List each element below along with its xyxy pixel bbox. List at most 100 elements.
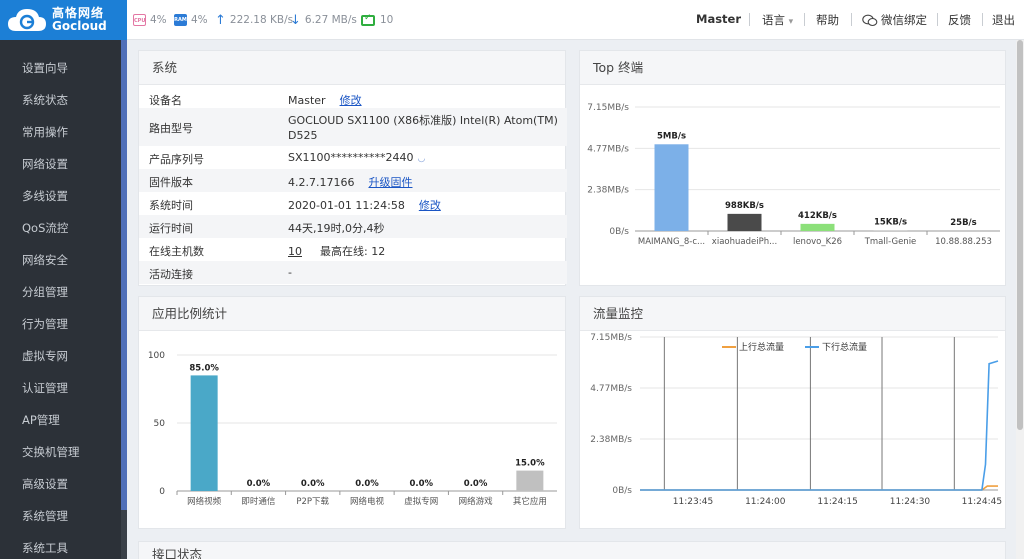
x-tick-label: 虚拟专网 (404, 496, 438, 507)
bar (800, 223, 835, 231)
row-label: 设备名 (149, 94, 182, 107)
edit-time-link[interactable]: 修改 (419, 199, 441, 212)
sidebar-scroll-thumb[interactable] (121, 40, 127, 510)
row-value: GOCLOUD SX1100 (X86标准版) Intel(R) Atom(TM… (288, 113, 558, 143)
nav-item-system-mgmt[interactable]: 系统管理 (0, 500, 127, 532)
data-label: 85.0% (189, 363, 219, 373)
x-tick-label: 11:24:30 (890, 497, 931, 507)
system-panel: 系统 设备名 Master 修改 路由型号 GOCLOUD SX1100 (X86… (138, 50, 567, 286)
y-tick-label: 0 (159, 487, 165, 497)
divider (851, 13, 852, 26)
y-tick-label: 2.38MB/s (590, 435, 632, 445)
online-hosts[interactable]: 10 (361, 13, 393, 27)
x-tick-label: Tmall-Genie (864, 237, 917, 247)
sidebar: 高恪网络 Gocloud 设置向导 系统状态 常用操作 网络设置 多线设置 Qo… (0, 0, 127, 559)
app-ratio-panel: 应用比例统计 100 50 0 85.0% 网络视频 0.0% 即时通信 0.0% P2P下载 0… (138, 296, 566, 529)
y-tick-label: 0B/s (609, 227, 629, 237)
x-tick-label: 其它应用 (513, 496, 547, 507)
nav-item-ap[interactable]: AP管理 (0, 404, 127, 436)
help-link[interactable]: 帮助 (816, 12, 839, 28)
row-value: SX1100**********2440 ◡ (288, 151, 425, 164)
logout-link[interactable]: 退出 (992, 12, 1015, 28)
upgrade-firmware-link[interactable]: 升级固件 (368, 176, 412, 189)
table-row: 系统时间 2020-01-01 11:24:58 修改 (139, 192, 567, 215)
nav-item-network-settings[interactable]: 网络设置 (0, 148, 127, 180)
upload-value: 222.18 KB/s (229, 14, 294, 26)
row-value: 2020-01-01 11:24:58 修改 (288, 197, 441, 213)
eye-icon[interactable]: ◡ (418, 154, 426, 164)
x-tick-label: 11:24:45 (962, 497, 1002, 507)
series-line (640, 360, 999, 491)
download-arrow-icon: ↓ (290, 12, 301, 28)
row-label: 路由型号 (149, 122, 193, 135)
y-tick-label: 2.38MB/s (587, 186, 629, 196)
y-tick-label: 0B/s (612, 486, 632, 496)
ram-icon: RAM (174, 14, 187, 26)
row-value: 10 最高在线: 12 (288, 243, 385, 259)
nav-item-security[interactable]: 网络安全 (0, 244, 127, 276)
data-label: 0.0% (464, 479, 488, 489)
table-row: 运行时间 44天,19时,0分,4秒 (139, 215, 567, 238)
nav-item-setup-wizard[interactable]: 设置向导 (0, 52, 127, 84)
top-terminal-panel: Top 终端 7.15MB/s 4.77MB/s 2.38MB/s 0B/s 5MB/s… (579, 50, 1006, 286)
bar (727, 213, 762, 231)
table-row: 在线主机数 10 最高在线: 12 (139, 238, 567, 261)
ram-value: 4% (191, 14, 208, 26)
divider (937, 13, 938, 26)
sidebar-scrollbar[interactable] (121, 40, 127, 559)
nav-item-auth[interactable]: 认证管理 (0, 372, 127, 404)
active-conn-value: - (288, 266, 292, 279)
cloud-logo-icon (8, 9, 46, 31)
nav-item-behavior[interactable]: 行为管理 (0, 308, 127, 340)
main-scroll-thumb[interactable] (1017, 40, 1023, 430)
nav-menu: 设置向导 系统状态 常用操作 网络设置 多线设置 QoS流控 网络安全 分组管理… (0, 52, 127, 559)
brand-name-en: Gocloud (52, 19, 107, 33)
row-label: 产品序列号 (149, 153, 204, 166)
chevron-down-icon: ▾ (788, 17, 794, 27)
wechat-icon (862, 14, 878, 26)
nav-item-system-status[interactable]: 系统状态 (0, 84, 127, 116)
online-hosts-link[interactable]: 10 (288, 245, 302, 258)
table-row: 产品序列号 SX1100**********2440 ◡ (139, 146, 567, 169)
cpu-usage: CPU 4% (133, 13, 167, 27)
bar (654, 144, 689, 231)
edit-device-name-link[interactable]: 修改 (340, 94, 362, 107)
divider (749, 13, 750, 26)
x-tick-label: 网络游戏 (459, 496, 494, 507)
legend-label: 下行总流量 (822, 341, 867, 353)
nav-item-vpn[interactable]: 虚拟专网 (0, 340, 127, 372)
nav-item-common-ops[interactable]: 常用操作 (0, 116, 127, 148)
model-value-line1: GOCLOUD SX1100 (X86标准版) Intel(R) Atom(TM… (288, 114, 558, 127)
wechat-bind-label: 微信绑定 (881, 13, 927, 27)
brand-logo[interactable]: 高恪网络 Gocloud (0, 0, 127, 40)
data-label: 0.0% (409, 479, 433, 489)
top-terminal-chart: 7.15MB/s 4.77MB/s 2.38MB/s 0B/s 5MB/s MAIMANG… (587, 103, 1000, 247)
interface-status-title: 接口状态 (139, 542, 1005, 559)
main-scrollbar[interactable] (1016, 40, 1024, 559)
data-label: 15.0% (515, 459, 545, 469)
feedback-link[interactable]: 反馈 (948, 12, 971, 28)
row-label: 运行时间 (149, 222, 193, 235)
row-label: 固件版本 (149, 176, 193, 189)
uptime-value: 44天,19时,0分,4秒 (288, 222, 385, 235)
data-label: 15KB/s (874, 218, 907, 228)
divider (982, 13, 983, 26)
nav-item-switch[interactable]: 交换机管理 (0, 436, 127, 468)
wechat-bind-link[interactable]: 微信绑定 (862, 12, 927, 28)
nav-item-advanced[interactable]: 高级设置 (0, 468, 127, 500)
data-label: 5MB/s (657, 131, 686, 141)
nav-item-system-tools[interactable]: 系统工具 (0, 532, 127, 559)
device-name-value: Master (288, 94, 326, 107)
nav-item-group[interactable]: 分组管理 (0, 276, 127, 308)
x-tick-label: P2P下载 (296, 496, 329, 507)
language-label: 语言 (762, 13, 785, 27)
ram-usage: RAM 4% (174, 13, 208, 27)
nav-item-qos[interactable]: QoS流控 (0, 212, 127, 244)
x-tick-label: MAIMANG_8-c... (638, 237, 705, 247)
nav-item-multiline[interactable]: 多线设置 (0, 180, 127, 212)
language-menu[interactable]: 语言 ▾ (762, 12, 793, 28)
data-label: 0.0% (355, 479, 379, 489)
data-label: 25B/s (950, 218, 976, 228)
x-tick-label: 即时通信 (241, 496, 276, 507)
y-tick-label: 4.77MB/s (587, 144, 629, 154)
